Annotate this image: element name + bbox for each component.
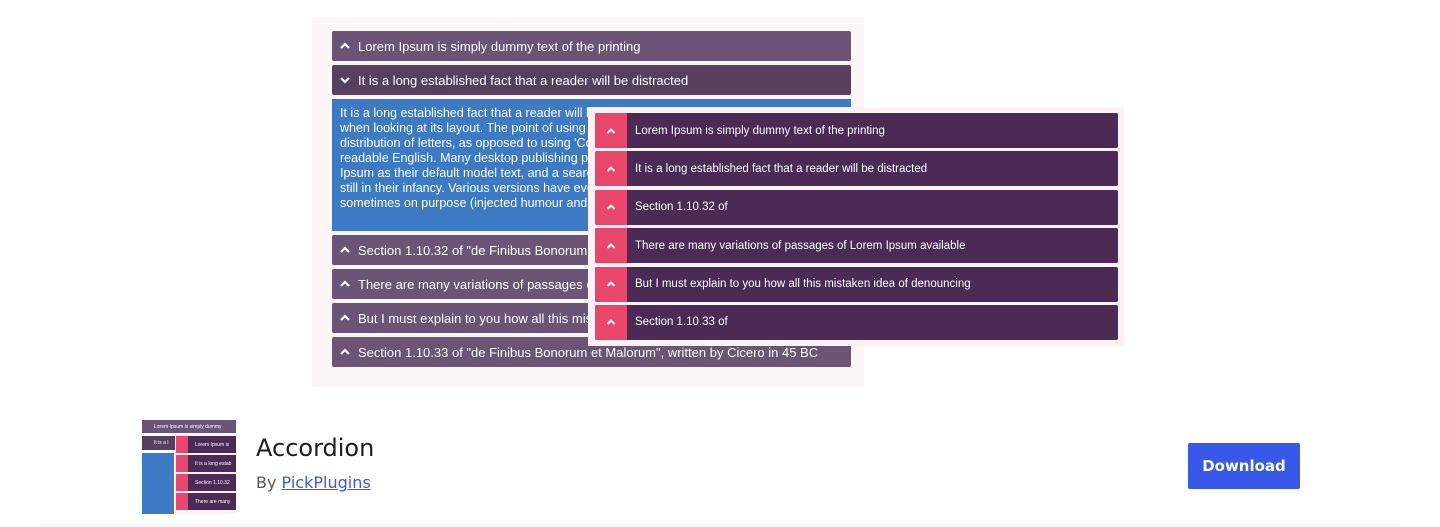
- thumb-row-text: Section 1.10.32: [195, 480, 230, 486]
- accordion-row: It is a long established fact that a rea…: [595, 151, 1118, 187]
- accordion-header-label: Lorem Ipsum is simply dummy text of the …: [358, 38, 641, 54]
- accordion-row-label: Section 1.10.33 of: [635, 316, 728, 329]
- chevron-up-icon: [595, 228, 627, 264]
- chevron-up-icon: [595, 189, 627, 225]
- accordion-row-label: But I must explain to you how all this m…: [635, 278, 971, 291]
- accordion-row: Section 1.10.33 of: [595, 304, 1118, 340]
- chevron-up-icon: [340, 348, 350, 355]
- card-divider: [40, 521, 1400, 527]
- accordion-row: Section 1.10.32 of: [595, 189, 1118, 225]
- plugin-title[interactable]: Accordion: [256, 434, 374, 462]
- thumb-content: [142, 453, 174, 514]
- chevron-down-icon: [340, 77, 350, 84]
- accordion-header-open: It is a long established fact that a rea…: [332, 65, 851, 95]
- accordion-row-label: There are many variations of passages of…: [635, 239, 966, 252]
- chevron-up-icon: [340, 42, 350, 49]
- accordion-header: Lorem Ipsum is simply dummy text of the …: [332, 31, 851, 61]
- thumb-row-text: There are many: [195, 499, 231, 505]
- thumb-header-text: Lorem Ipsum is simply dummy: [154, 424, 222, 430]
- plugin-thumbnail[interactable]: Lorem Ipsum is simply dummy It is a l Lo…: [142, 420, 236, 514]
- accordion-preview-right: Lorem Ipsum is simply dummy text of the …: [588, 107, 1124, 347]
- accordion-row-label: Section 1.10.32 of: [635, 201, 728, 214]
- plugin-byline: By PickPlugins: [256, 473, 371, 492]
- accordion-header-label: Section 1.10.33 of "de Finibus Bonorum e…: [358, 344, 819, 360]
- chevron-up-icon: [340, 314, 350, 321]
- download-button[interactable]: Download: [1188, 443, 1300, 489]
- chevron-up-icon: [595, 151, 627, 187]
- chevron-up-icon: [595, 304, 627, 340]
- accordion-row: But I must explain to you how all this m…: [595, 266, 1118, 302]
- chevron-up-icon: [340, 280, 350, 287]
- accordion-row-label: It is a long established fact that a rea…: [635, 162, 928, 175]
- chevron-up-icon: [595, 113, 627, 148]
- thumb-row-text: It is a long estab: [195, 461, 232, 467]
- chevron-up-icon: [595, 266, 627, 302]
- accordion-header-label: It is a long established fact that a rea…: [358, 72, 689, 88]
- chevron-up-icon: [340, 246, 350, 253]
- author-link[interactable]: PickPlugins: [282, 473, 371, 492]
- byline-prefix: By: [256, 473, 277, 492]
- accordion-row-label: Lorem Ipsum is simply dummy text of the …: [635, 124, 885, 137]
- thumb-row-text: Lorem Ipsum is: [195, 442, 230, 448]
- accordion-row: Lorem Ipsum is simply dummy text of the …: [595, 113, 1118, 148]
- thumb-header-text: It is a l: [154, 440, 169, 446]
- accordion-row: There are many variations of passages of…: [595, 228, 1118, 264]
